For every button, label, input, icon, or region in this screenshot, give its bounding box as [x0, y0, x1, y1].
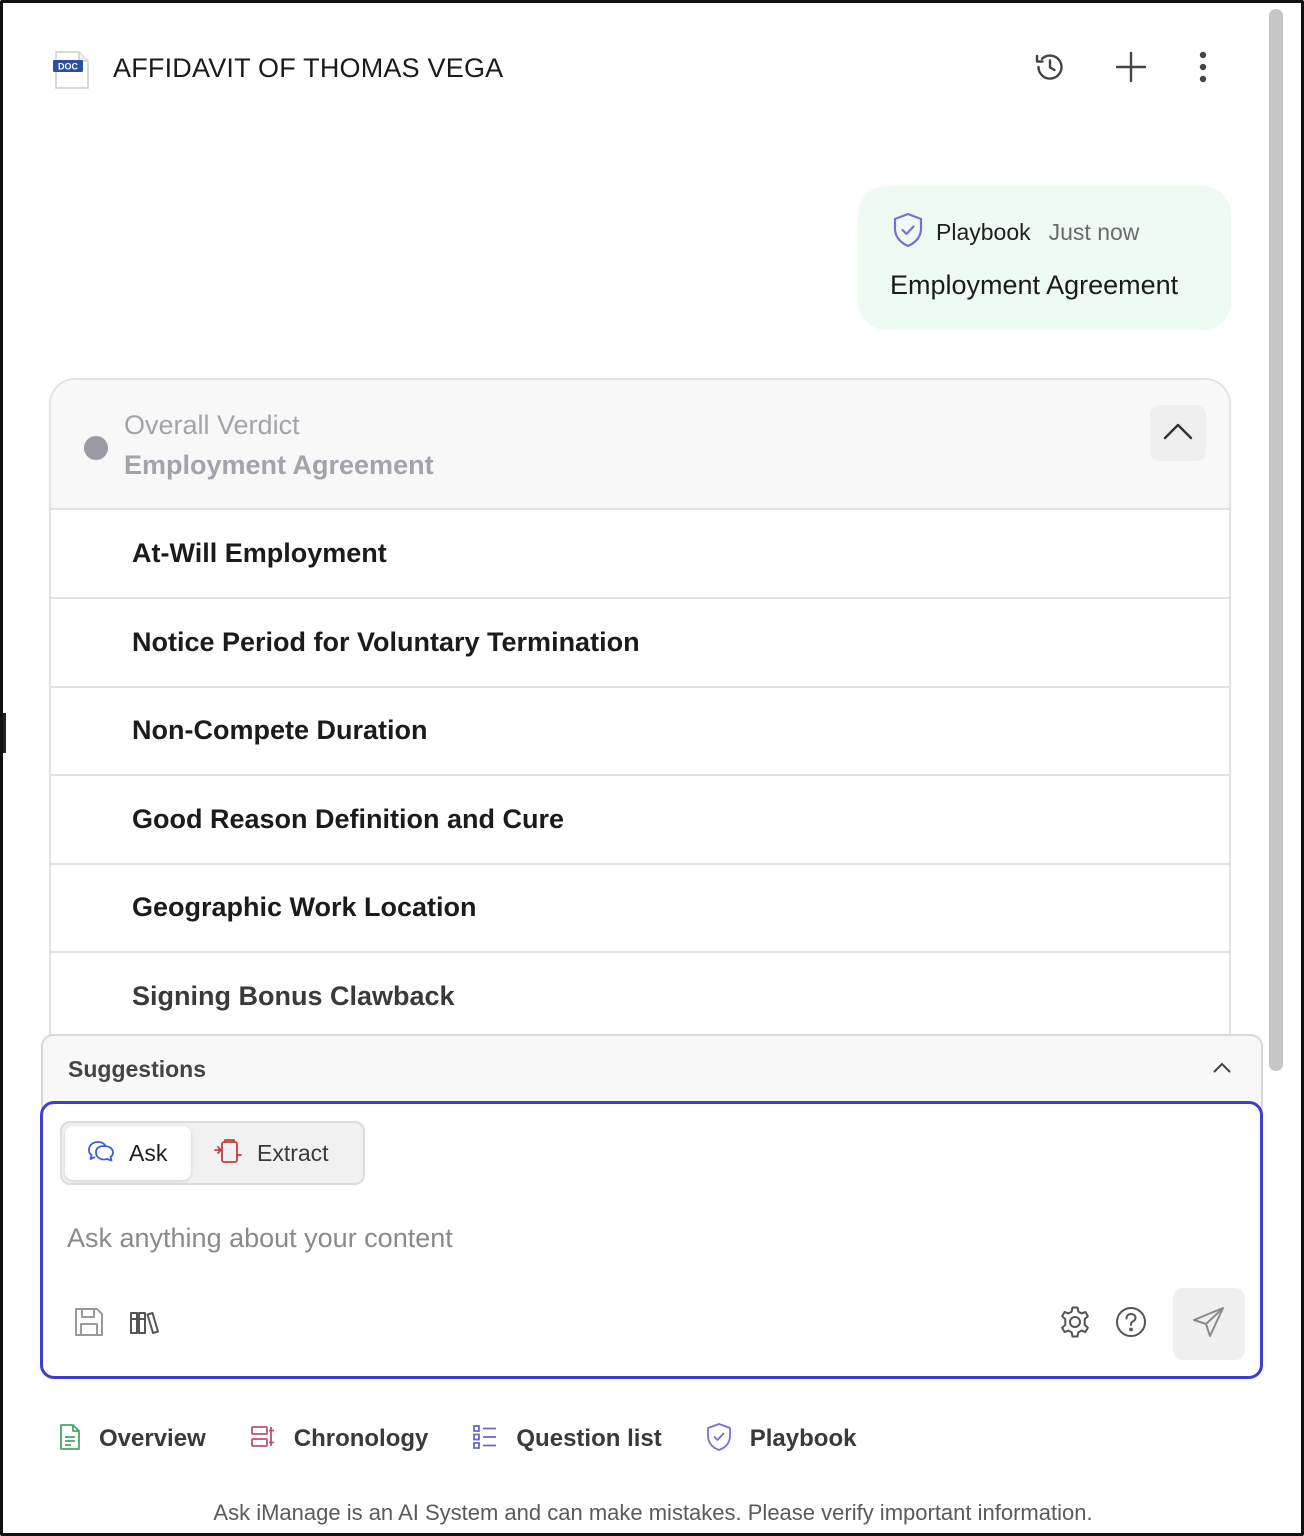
plus-icon [1114, 50, 1148, 89]
help-button[interactable] [1111, 1304, 1151, 1344]
tab-playbook-label: Playbook [749, 1425, 857, 1452]
suggestions-toggle[interactable] [1209, 1056, 1235, 1082]
verdict-item-label: Signing Bonus Clawback [132, 981, 455, 1011]
composer: Ask Extract [40, 1101, 1263, 1379]
tab-chronology[interactable]: Chronology [250, 1424, 429, 1455]
tab-question-list[interactable]: Question list [472, 1424, 662, 1455]
verdict-label: Overall Verdict [124, 410, 300, 440]
verdict-item[interactable]: Signing Bonus Clawback [51, 953, 1229, 1042]
verdict-item[interactable]: Notice Period for Voluntary Termination [51, 599, 1229, 688]
history-icon [1033, 50, 1067, 89]
mode-extract-button[interactable]: Extract [199, 1126, 359, 1180]
settings-button[interactable] [1055, 1304, 1095, 1344]
more-vertical-icon [1198, 51, 1208, 88]
mode-extract-label: Extract [257, 1139, 329, 1166]
save-icon [73, 1306, 105, 1343]
chevron-up-icon [1213, 1060, 1231, 1078]
library-button[interactable] [125, 1304, 165, 1344]
send-icon [1192, 1306, 1226, 1343]
window-edge-marker [3, 713, 6, 753]
send-button[interactable] [1173, 1288, 1245, 1360]
mode-ask-label: Ask [129, 1139, 168, 1166]
bottom-tabs: Overview Chronology Question list Playbo… [59, 1417, 900, 1461]
message-source: Playbook [936, 219, 1031, 245]
header: DOC AFFIDAVIT OF THOMAS VEGA [3, 3, 1267, 137]
verdict-subtitle: Employment Agreement [124, 450, 434, 480]
verdict-item[interactable]: Good Reason Definition and Cure [51, 776, 1229, 865]
tab-chronology-label: Chronology [293, 1425, 429, 1452]
doc-file-icon: DOC [53, 51, 89, 89]
ai-disclaimer: Ask iManage is an AI System and can make… [213, 1500, 1093, 1525]
verdict-item[interactable]: At-Will Employment [51, 510, 1229, 599]
message-header: Playbook Just now [892, 212, 1139, 253]
library-icon [129, 1308, 161, 1341]
scrollbar-thumb[interactable] [1269, 9, 1283, 1071]
message-timestamp: Just now [1048, 219, 1140, 245]
verdict-item[interactable]: Non-Compete Duration [51, 687, 1229, 776]
verdict-item-label: Geographic Work Location [132, 892, 477, 922]
verdict-collapse-button[interactable] [1150, 405, 1206, 461]
gear-icon [1058, 1305, 1092, 1344]
app-window: DOC AFFIDAVIT OF THOMAS VEGA Playbook Ju… [0, 0, 1304, 1536]
suggestions-label: Suggestions [68, 1056, 207, 1082]
history-button[interactable] [1028, 47, 1072, 91]
chronology-icon [250, 1424, 276, 1455]
save-prompt-button[interactable] [69, 1304, 109, 1344]
verdict-item-label: Good Reason Definition and Cure [132, 804, 565, 834]
tab-overview[interactable]: Overview [59, 1423, 206, 1456]
mode-ask-button[interactable]: Ask [65, 1126, 191, 1180]
verdict-panel: Overall Verdict Employment Agreement At-… [49, 378, 1231, 1058]
chat-bubbles-icon [87, 1139, 115, 1168]
help-icon [1115, 1306, 1147, 1343]
tab-question-list-label: Question list [516, 1425, 662, 1452]
prompt-input[interactable] [67, 1216, 1227, 1260]
verdict-header[interactable]: Overall Verdict Employment Agreement [51, 380, 1229, 510]
list-icon [472, 1424, 498, 1455]
chevron-up-icon [1163, 422, 1193, 445]
new-chat-button[interactable] [1109, 47, 1153, 91]
more-menu-button[interactable] [1181, 47, 1225, 91]
verdict-item[interactable]: Geographic Work Location [51, 864, 1229, 953]
extract-icon [213, 1137, 243, 1170]
tab-overview-label: Overview [99, 1425, 206, 1452]
shield-check-icon [706, 1422, 732, 1457]
document-title: AFFIDAVIT OF THOMAS VEGA [113, 53, 504, 83]
tab-playbook[interactable]: Playbook [706, 1422, 857, 1457]
shield-check-icon [892, 212, 924, 253]
verdict-item-label: Non-Compete Duration [132, 715, 428, 745]
mode-toggle: Ask Extract [60, 1121, 365, 1185]
verdict-status-dot [84, 436, 108, 460]
document-icon [59, 1423, 81, 1456]
message-body: Employment Agreement [890, 270, 1179, 300]
playbook-message-bubble: Playbook Just now Employment Agreement [858, 186, 1231, 330]
verdict-item-label: Notice Period for Voluntary Termination [132, 627, 640, 657]
verdict-item-label: At-Will Employment [132, 538, 387, 568]
svg-text:DOC: DOC [58, 62, 79, 72]
